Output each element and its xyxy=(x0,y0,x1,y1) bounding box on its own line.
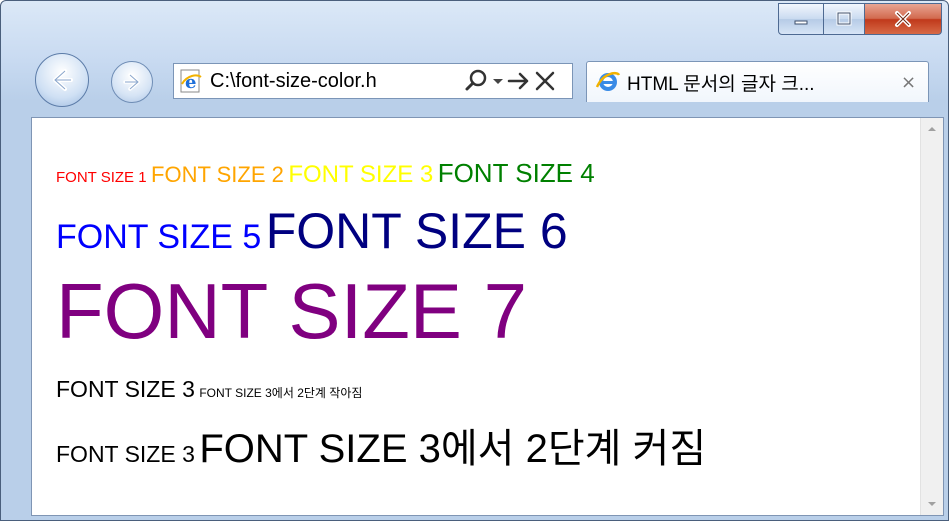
search-icon[interactable] xyxy=(464,66,490,96)
line-1: FONT SIZE 1 FONT SIZE 2 FONT SIZE 3 FONT… xyxy=(56,158,595,189)
font-size-bigger-text: FONT SIZE 3에서 2단계 커짐 xyxy=(199,427,707,471)
go-arrow-icon[interactable] xyxy=(506,66,532,96)
ie-page-icon: e xyxy=(176,66,206,96)
url-field[interactable]: C:\font-size-color.h xyxy=(210,70,460,93)
font-size-3-text: FONT SIZE 3 xyxy=(288,161,434,188)
dropdown-icon[interactable] xyxy=(490,66,506,96)
ie-tab-icon xyxy=(595,69,621,95)
font-size-3-text-plain-2: FONT SIZE 3 xyxy=(56,441,195,467)
page-viewport: FONT SIZE 1 FONT SIZE 2 FONT SIZE 3 FONT… xyxy=(31,117,944,516)
scroll-down-icon xyxy=(928,502,936,506)
scroll-up-button[interactable] xyxy=(921,118,943,140)
address-tools xyxy=(464,66,558,96)
caption-buttons xyxy=(778,3,942,35)
close-window-button[interactable] xyxy=(865,3,942,35)
browser-window: e C:\font-size-color.h HTML 문서의 글자 크... … xyxy=(0,0,949,521)
page-content: FONT SIZE 1 FONT SIZE 2 FONT SIZE 3 FONT… xyxy=(32,118,920,515)
line-5: FONT SIZE 3 FONT SIZE 3에서 2단계 커짐 xyxy=(56,416,706,474)
forward-button[interactable] xyxy=(111,61,153,103)
font-size-5-text: FONT SIZE 5 xyxy=(56,218,262,256)
font-size-smaller-text: FONT SIZE 3에서 2단계 작아짐 xyxy=(199,386,363,400)
font-size-7-text: FONT SIZE 7 xyxy=(56,267,527,355)
address-bar[interactable]: e C:\font-size-color.h xyxy=(173,63,573,99)
line-3: FONT SIZE 7 xyxy=(56,266,527,357)
close-icon xyxy=(895,11,911,27)
tab-title: HTML 문서의 글자 크... xyxy=(627,73,815,95)
vertical-scrollbar[interactable] xyxy=(920,118,943,515)
stop-icon[interactable] xyxy=(532,66,558,96)
font-size-3-text-plain: FONT SIZE 3 xyxy=(56,376,195,402)
line-4: FONT SIZE 3 FONT SIZE 3에서 2단계 작아짐 xyxy=(56,376,362,403)
font-size-2-text: FONT SIZE 2 xyxy=(151,162,284,187)
scroll-up-icon xyxy=(928,127,936,131)
font-size-4-text: FONT SIZE 4 xyxy=(437,158,595,188)
minimize-button[interactable] xyxy=(778,3,824,35)
font-size-1-text: FONT SIZE 1 xyxy=(56,169,147,186)
tab-current[interactable]: HTML 문서의 글자 크... × xyxy=(586,61,929,102)
forward-arrow-icon xyxy=(123,73,140,91)
back-button[interactable] xyxy=(35,53,89,107)
maximize-button[interactable] xyxy=(824,3,865,35)
scroll-down-button[interactable] xyxy=(921,493,943,515)
line-2: FONT SIZE 5 FONT SIZE 6 xyxy=(56,202,568,260)
minimize-icon xyxy=(794,20,808,25)
maximize-icon xyxy=(836,11,852,26)
tab-close-button[interactable]: × xyxy=(901,72,916,93)
font-size-6-text: FONT SIZE 6 xyxy=(265,203,568,259)
back-arrow-icon xyxy=(53,69,73,91)
